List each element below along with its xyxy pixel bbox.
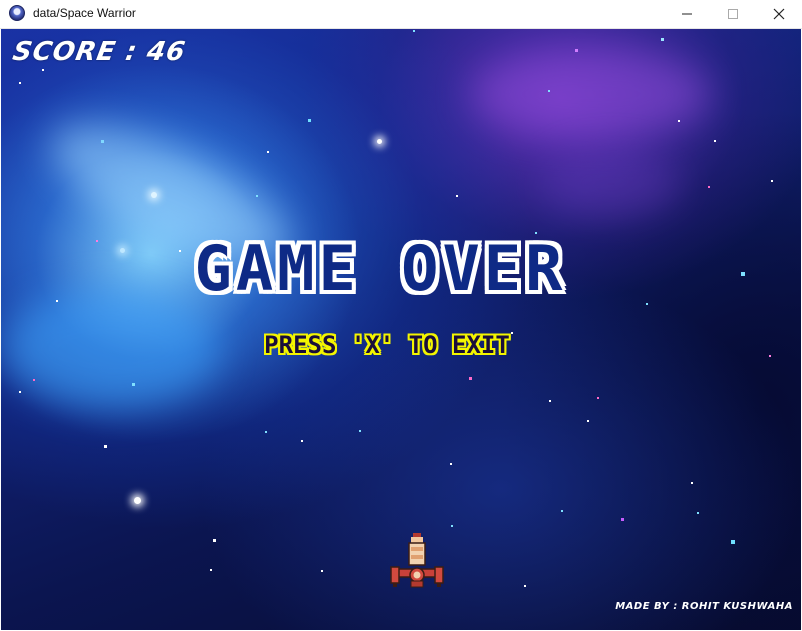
star xyxy=(561,510,563,512)
star xyxy=(33,379,35,381)
star xyxy=(301,440,303,442)
star xyxy=(451,525,453,527)
title-bar[interactable]: data/Space Warrior xyxy=(0,0,802,29)
minimize-button[interactable] xyxy=(664,0,710,28)
star xyxy=(377,139,382,144)
star xyxy=(621,518,624,521)
game-over-title: GAME OVER xyxy=(194,232,567,305)
star xyxy=(96,240,98,242)
star xyxy=(708,186,710,188)
nebula-cloud xyxy=(471,49,711,139)
star xyxy=(575,49,578,52)
star xyxy=(524,585,526,587)
star xyxy=(549,400,551,402)
star xyxy=(151,192,157,198)
star xyxy=(413,30,415,32)
score-display: SCORE : 46 xyxy=(10,37,189,67)
star xyxy=(267,151,269,153)
star xyxy=(210,569,212,571)
star xyxy=(104,445,107,448)
star xyxy=(42,69,44,71)
minimize-icon xyxy=(682,13,692,15)
star xyxy=(308,119,311,122)
star xyxy=(769,355,771,357)
star xyxy=(587,420,589,422)
space-warrior-app-icon xyxy=(9,5,25,21)
star xyxy=(134,497,141,504)
star xyxy=(731,540,735,544)
star xyxy=(132,383,135,386)
star xyxy=(101,140,104,143)
maximize-icon xyxy=(728,9,738,19)
star xyxy=(691,482,693,484)
game-window: data/Space Warrior SCORE : 46 GAME OVER … xyxy=(0,0,802,631)
window-title: data/Space Warrior xyxy=(33,6,136,20)
maximize-button[interactable] xyxy=(710,0,756,28)
spaceship-icon xyxy=(390,533,444,588)
nebula-cloud xyxy=(541,149,681,219)
star xyxy=(56,300,58,302)
star xyxy=(321,570,323,572)
star xyxy=(256,195,258,197)
star xyxy=(19,391,21,393)
star xyxy=(359,430,361,432)
star xyxy=(456,195,458,197)
credit-text: MADE BY : ROHIT KUSHWAHA xyxy=(615,601,793,612)
nebula-cloud xyxy=(1,289,221,409)
star xyxy=(19,82,21,84)
star xyxy=(661,38,664,41)
star xyxy=(771,180,773,182)
star xyxy=(741,272,745,276)
star xyxy=(678,120,680,122)
close-icon xyxy=(773,8,785,20)
game-canvas[interactable]: SCORE : 46 GAME OVER PRESS 'X' TO EXIT M… xyxy=(1,29,801,630)
star xyxy=(213,539,216,542)
star xyxy=(548,90,550,92)
star xyxy=(120,248,125,253)
star xyxy=(265,431,267,433)
star xyxy=(714,140,716,142)
star xyxy=(469,377,472,380)
close-button[interactable] xyxy=(756,0,802,28)
exit-hint: PRESS 'X' TO EXIT xyxy=(264,331,510,359)
star xyxy=(646,303,648,305)
star xyxy=(450,463,452,465)
star xyxy=(597,397,599,399)
star xyxy=(697,512,699,514)
